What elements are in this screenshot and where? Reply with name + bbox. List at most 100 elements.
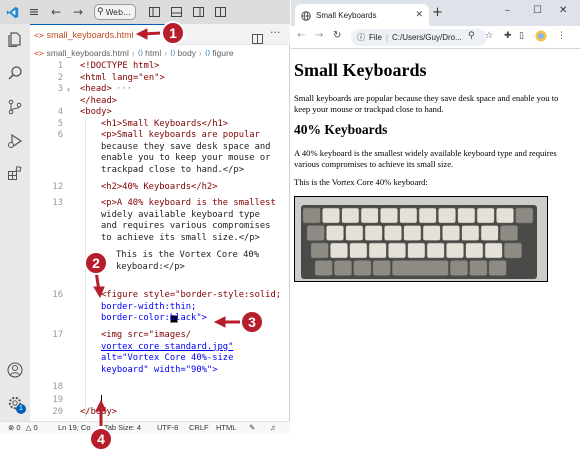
page-heading: Small Keyboards (294, 60, 427, 80)
close-window-icon[interactable]: ✕ (559, 5, 567, 16)
notifications-bell-icon[interactable]: ♫ (270, 423, 276, 432)
callout-4: 4 (89, 427, 113, 451)
code-line[interactable]: widely available keyboard type (30, 210, 290, 222)
address-bar[interactable]: ⓘ File | C:/Users/Guy/Dro... (351, 29, 487, 46)
tab-small-keyboards-html[interactable]: <> small_keyboards.html (30, 24, 175, 45)
chevron-right-icon: › (198, 48, 202, 58)
keycap (310, 242, 329, 258)
command-center-search[interactable]: ⚲ Web... (94, 4, 136, 20)
toggle-sidebar-icon[interactable] (144, 2, 164, 22)
code-line[interactable]: trackpad close to hand.</p> (30, 165, 290, 177)
browser-menu-icon[interactable]: ⋮ (557, 31, 566, 41)
profile-avatar-icon[interactable] (535, 30, 547, 45)
code-line-current[interactable]: 19 (30, 395, 290, 407)
code-line[interactable] (30, 273, 290, 285)
keycap (422, 224, 441, 241)
folded-ellipsis[interactable]: ··· (116, 84, 132, 96)
file-scheme-label: File (369, 33, 382, 42)
layout-icon[interactable] (210, 2, 230, 22)
keycap (380, 207, 398, 223)
breadcrumb-file[interactable]: small_keyboards.html (47, 48, 129, 58)
reload-icon[interactable]: ↻ (333, 30, 341, 41)
toggle-panel-icon[interactable] (166, 2, 186, 22)
code-line[interactable]: 2 <html lang="en"> (30, 73, 290, 85)
source-control-icon[interactable] (6, 98, 24, 116)
bookmark-star-icon[interactable]: ☆ (485, 31, 493, 41)
code-line[interactable]: 1 <!DOCTYPE html> (30, 61, 290, 73)
explorer-icon[interactable] (6, 30, 24, 48)
code-line[interactable]: 13 <p>A 40% keyboard is the smallest (30, 198, 290, 210)
minimize-icon[interactable]: – (505, 5, 510, 16)
code-line[interactable]: 12 <h2>40% Keyboards</h2> (30, 182, 290, 194)
keycap (438, 207, 456, 223)
keycap (407, 242, 426, 258)
code-editor[interactable]: 1 <!DOCTYPE html> 2 <html lang="en"> 3 › <he… (30, 61, 290, 421)
code-line[interactable]: 16 <figure style="border-style:solid; (30, 290, 290, 302)
keycap (500, 224, 518, 241)
chevron-right-icon: › (131, 48, 135, 58)
keycap (461, 224, 480, 241)
code-line[interactable]: enable you to keep your mouse or (30, 153, 290, 165)
menu-icon[interactable]: ≡ (24, 2, 44, 22)
code-line[interactable]: 20 </body> (30, 407, 290, 419)
keycap (484, 242, 503, 258)
keycap (302, 207, 321, 223)
back-icon[interactable]: ← (297, 30, 305, 41)
more-actions-icon[interactable]: ··· (270, 26, 281, 39)
browser-tab[interactable]: Small Keyboards ✕ (295, 4, 429, 26)
keycap (465, 242, 484, 258)
close-tab-icon[interactable]: ✕ (415, 10, 423, 20)
breadcrumb-html[interactable]: html (145, 48, 161, 58)
keycap (322, 207, 340, 223)
zoom-icon[interactable]: ⚲ (468, 31, 475, 41)
code-line[interactable]: and requires various compromises (30, 221, 290, 233)
warning-icon: △ (25, 423, 32, 432)
page-subheading: 40% Keyboards (294, 122, 388, 137)
code-line[interactable]: 5 <h1>Small Keyboards</h1> (30, 119, 290, 131)
maximize-icon[interactable]: ☐ (533, 5, 542, 16)
breadcrumb: <> small_keyboards.html › ⟨⟩ html › ⟨⟩ b… (30, 45, 290, 61)
keycap (345, 224, 364, 241)
code-line[interactable]: 4 <body> (30, 107, 290, 119)
code-line[interactable]: keyboard" width="90%"> (30, 365, 290, 377)
code-line[interactable]: 18 (30, 382, 290, 394)
breadcrumb-figure[interactable]: figure (212, 48, 233, 58)
problems-indicator[interactable]: ⊗ 0 △ 0 (8, 423, 38, 432)
end-of-line[interactable]: CRLF (189, 423, 209, 432)
code-line[interactable]: vortex_core_standard.jpg" (30, 342, 290, 354)
vscode-logo-icon (2, 2, 22, 22)
sidebar-icon[interactable]: ▯ (519, 31, 524, 41)
search-icon[interactable] (6, 64, 24, 82)
code-line[interactable]: to achieve its small size.</p> (30, 233, 290, 245)
back-arrow-icon[interactable]: ← (46, 2, 66, 22)
breadcrumb-body[interactable]: body (178, 48, 196, 58)
keycap (326, 224, 344, 241)
code-line[interactable]: because they save desk space and (30, 142, 290, 154)
language-mode[interactable]: HTML (216, 423, 236, 432)
code-line[interactable]: alt="Vortex Core 40%-size (30, 353, 290, 365)
feedback-icon[interactable]: ✎ (249, 423, 255, 432)
info-icon: ⓘ (357, 33, 365, 42)
code-line[interactable]: 3 › <head> ··· (30, 84, 290, 96)
keycap (388, 242, 406, 258)
keycap (353, 259, 372, 276)
fold-chevron-icon[interactable]: › (66, 84, 71, 96)
forward-icon[interactable]: → (315, 30, 323, 41)
accounts-icon[interactable] (6, 361, 24, 379)
forward-arrow-icon[interactable]: → (68, 2, 88, 22)
new-tab-icon[interactable]: + (432, 5, 443, 20)
code-line[interactable]: This is the Vortex Core 40% (30, 250, 290, 262)
cursor-position[interactable]: Ln 19, Co (58, 423, 91, 432)
extensions-icon[interactable] (6, 164, 24, 182)
run-debug-icon[interactable] (6, 132, 24, 150)
vscode-window: ≡ ← → ⚲ Web... 1 <> small_keyboards.html… (0, 0, 290, 434)
extensions-puzzle-icon[interactable]: ✚ (504, 31, 512, 41)
code-line[interactable]: </head> (30, 96, 290, 108)
tag-bracket-icon: ⟨⟩ (170, 50, 176, 57)
code-line[interactable]: 6 <p>Small keyboards are popular (30, 130, 290, 142)
encoding[interactable]: UTF-8 (157, 423, 178, 432)
toggle-secondary-sidebar-icon[interactable] (188, 2, 208, 22)
code-line[interactable]: keyboard:</p> (30, 262, 290, 274)
keycap (341, 207, 360, 223)
keycap (457, 207, 476, 223)
